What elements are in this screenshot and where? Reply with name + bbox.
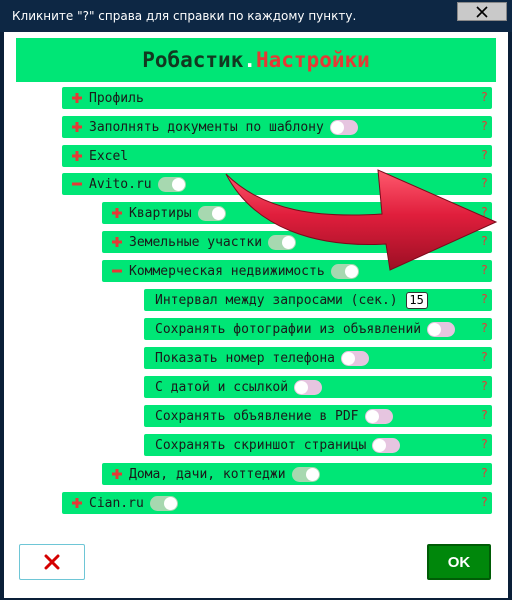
toggle-knob	[342, 351, 356, 365]
collapse-minus-icon[interactable]	[70, 173, 83, 195]
setting-row-save-pdf: Сохранять объявление в PDF?	[144, 405, 492, 427]
toggle-knob	[163, 496, 177, 510]
setting-label: Интервал между запросами (сек.)	[155, 292, 398, 308]
help-icon[interactable]: ?	[481, 379, 488, 393]
toggle-switch-cian[interactable]	[149, 495, 178, 511]
help-icon[interactable]: ?	[481, 292, 488, 306]
toggle-knob	[330, 120, 344, 134]
expand-plus-icon[interactable]	[70, 87, 83, 109]
header-banner: Робастик. Настройки	[16, 38, 496, 82]
setting-row-save-photos: Сохранять фотографии из объявлений?	[144, 318, 492, 340]
setting-row-excel: Excel?	[62, 145, 492, 167]
expand-plus-icon[interactable]	[70, 116, 83, 138]
toggle-switch-show-phone[interactable]	[341, 350, 370, 366]
help-icon[interactable]: ?	[481, 350, 488, 364]
toggle-switch-date-link[interactable]	[294, 379, 323, 395]
collapse-minus-icon[interactable]	[110, 260, 123, 282]
interval-input[interactable]: 15	[405, 291, 428, 309]
setting-label: Дома, дачи, коттеджи	[129, 466, 286, 482]
setting-label: Avito.ru	[89, 176, 152, 192]
banner-section: Настройки	[256, 48, 370, 72]
setting-label: Профиль	[89, 90, 144, 106]
cancel-button[interactable]	[19, 544, 85, 580]
setting-row-date-link: С датой и ссылкой?	[144, 376, 492, 398]
setting-label: Сохранять скриншот страницы	[155, 437, 367, 453]
window-close-button[interactable]	[457, 2, 507, 21]
help-icon[interactable]: ?	[481, 119, 488, 133]
toggle-knob	[373, 438, 387, 452]
red-arrow-graphic	[225, 169, 498, 271]
title-bar: Кликните "?" справа для справки по каждо…	[0, 0, 512, 32]
expand-plus-icon[interactable]	[110, 202, 123, 224]
setting-row-interval: Интервал между запросами (сек.) 15?	[144, 289, 492, 311]
help-icon[interactable]: ?	[481, 466, 488, 480]
expand-plus-icon[interactable]	[110, 463, 123, 485]
close-icon	[476, 5, 488, 18]
toggle-knob	[171, 177, 185, 191]
setting-label: Показать номер телефона	[155, 350, 336, 366]
setting-label: Заполнять документы по шаблону	[89, 119, 324, 135]
setting-label: Excel	[89, 148, 129, 164]
setting-row-cian: Cian.ru?	[62, 492, 492, 514]
ok-button[interactable]: OK	[427, 544, 491, 580]
setting-row-fill-docs: Заполнять документы по шаблону?	[62, 116, 492, 138]
help-icon[interactable]: ?	[481, 408, 488, 422]
help-icon[interactable]: ?	[481, 321, 488, 335]
help-icon[interactable]: ?	[481, 148, 488, 162]
settings-panel: Робастик. Настройки Профиль? Заполнять док…	[4, 32, 508, 598]
setting-row-profile: Профиль?	[62, 87, 492, 109]
setting-label: Сохранять объявление в PDF	[155, 408, 359, 424]
toggle-knob	[305, 467, 319, 481]
toggle-switch-save-photos[interactable]	[427, 321, 456, 337]
app-name: Робастик	[142, 48, 244, 72]
toggle-switch-houses[interactable]	[291, 466, 320, 482]
toggle-switch-fill-docs[interactable]	[329, 119, 358, 135]
toggle-switch-save-pdf[interactable]	[364, 408, 393, 424]
banner-separator: .	[243, 48, 256, 72]
toggle-switch-apartments[interactable]	[197, 205, 226, 221]
help-icon[interactable]: ?	[481, 437, 488, 451]
help-icon[interactable]: ?	[481, 90, 488, 104]
setting-row-show-phone: Показать номер телефона?	[144, 347, 492, 369]
toggle-knob	[365, 409, 379, 423]
setting-row-save-screenshot: Сохранять скриншот страницы?	[144, 434, 492, 456]
toggle-knob	[295, 380, 309, 394]
toggle-switch-avito[interactable]	[157, 176, 186, 192]
expand-plus-icon[interactable]	[110, 231, 123, 253]
setting-label: Сохранять фотографии из объявлений	[155, 321, 422, 337]
setting-row-houses: Дома, дачи, коттеджи?	[102, 463, 492, 485]
setting-label: Cian.ru	[89, 495, 144, 511]
close-icon	[44, 554, 60, 570]
help-icon[interactable]: ?	[481, 495, 488, 509]
expand-plus-icon[interactable]	[70, 145, 83, 167]
toggle-switch-save-screenshot[interactable]	[372, 437, 401, 453]
window-title: Кликните "?" справа для справки по каждо…	[12, 9, 357, 23]
setting-label: Квартиры	[129, 205, 192, 221]
expand-plus-icon[interactable]	[70, 492, 83, 514]
toggle-knob	[211, 206, 225, 220]
toggle-knob	[428, 322, 442, 336]
setting-label: С датой и ссылкой	[155, 379, 289, 395]
